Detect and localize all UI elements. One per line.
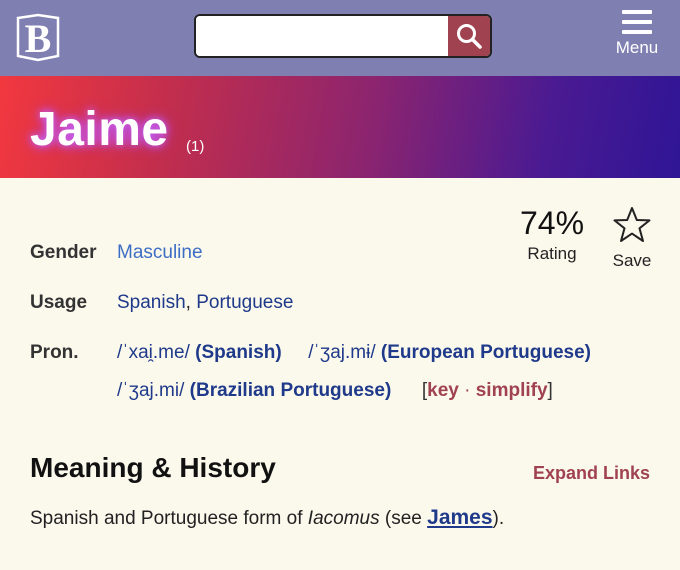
pron-ipa: /ˈʒaj.mi/ xyxy=(117,380,185,401)
usage-link-spanish[interactable]: Spanish xyxy=(117,292,186,313)
gender-value[interactable]: Masculine xyxy=(117,242,203,264)
usage-link-portuguese[interactable]: Portuguese xyxy=(196,292,293,313)
bracket-close: ] xyxy=(547,380,553,401)
meaning-text-mid: (see xyxy=(379,508,428,529)
site-logo[interactable]: B xyxy=(14,12,62,64)
pron-lang-link[interactable]: (Brazilian Portuguese) xyxy=(190,380,392,401)
pron-lang-link[interactable]: (European Portuguese) xyxy=(381,342,591,363)
search-button[interactable] xyxy=(448,16,490,56)
gender-label: Gender xyxy=(30,242,97,263)
usage-separator: , xyxy=(185,292,191,313)
hamburger-icon xyxy=(622,10,652,34)
meaning-text-after: ). xyxy=(492,508,505,529)
pron-line-2: /ˈʒaj.mi/ (Brazilian Portuguese) [key · … xyxy=(117,380,553,402)
pron-simplify-link[interactable]: simplify xyxy=(476,380,548,401)
rating-widget[interactable]: 74% Rating xyxy=(516,206,588,264)
search-box xyxy=(194,14,492,58)
expand-links-button[interactable]: Expand Links xyxy=(533,463,650,484)
pron-ipa: /ˈxai̯.me/ xyxy=(117,342,190,363)
save-button[interactable]: Save xyxy=(606,206,658,271)
pron-line-1: /ˈxai̯.me/ (Spanish) /ˈʒaj.mɨ/ (European… xyxy=(117,342,591,364)
meaning-origin: Iacomus xyxy=(307,508,380,529)
star-outline-icon xyxy=(613,207,651,242)
usage-label: Usage xyxy=(30,292,88,313)
search-icon xyxy=(457,24,482,49)
meaning-text: Spanish and Portuguese form of Iacomus (… xyxy=(30,506,504,530)
usage-values: Spanish, Portuguese xyxy=(117,292,293,314)
search-input[interactable] xyxy=(196,16,448,56)
pron-ipa: /ˈʒaj.mɨ/ xyxy=(308,342,376,363)
logo-letter: B xyxy=(25,16,52,61)
pron-separator-dot: · xyxy=(464,380,471,401)
save-label: Save xyxy=(612,251,652,270)
pron-label: Pron. xyxy=(30,342,79,363)
top-bar: B Menu xyxy=(0,0,680,76)
menu-label: Menu xyxy=(615,38,659,57)
rating-value: 74% xyxy=(519,205,585,241)
name-banner: Jaime (1) xyxy=(0,76,680,178)
page-title: Jaime xyxy=(30,103,169,156)
meaning-heading: Meaning & History xyxy=(30,452,276,483)
name-count: (1) xyxy=(186,138,205,155)
pron-lang-link[interactable]: (Spanish) xyxy=(195,342,282,363)
meaning-link-james[interactable]: James xyxy=(427,506,492,529)
menu-button[interactable]: Menu xyxy=(606,8,668,68)
pron-key-link[interactable]: key xyxy=(427,380,459,401)
rating-label: Rating xyxy=(527,244,577,263)
meaning-text-before: Spanish and Portuguese form of xyxy=(30,508,308,529)
